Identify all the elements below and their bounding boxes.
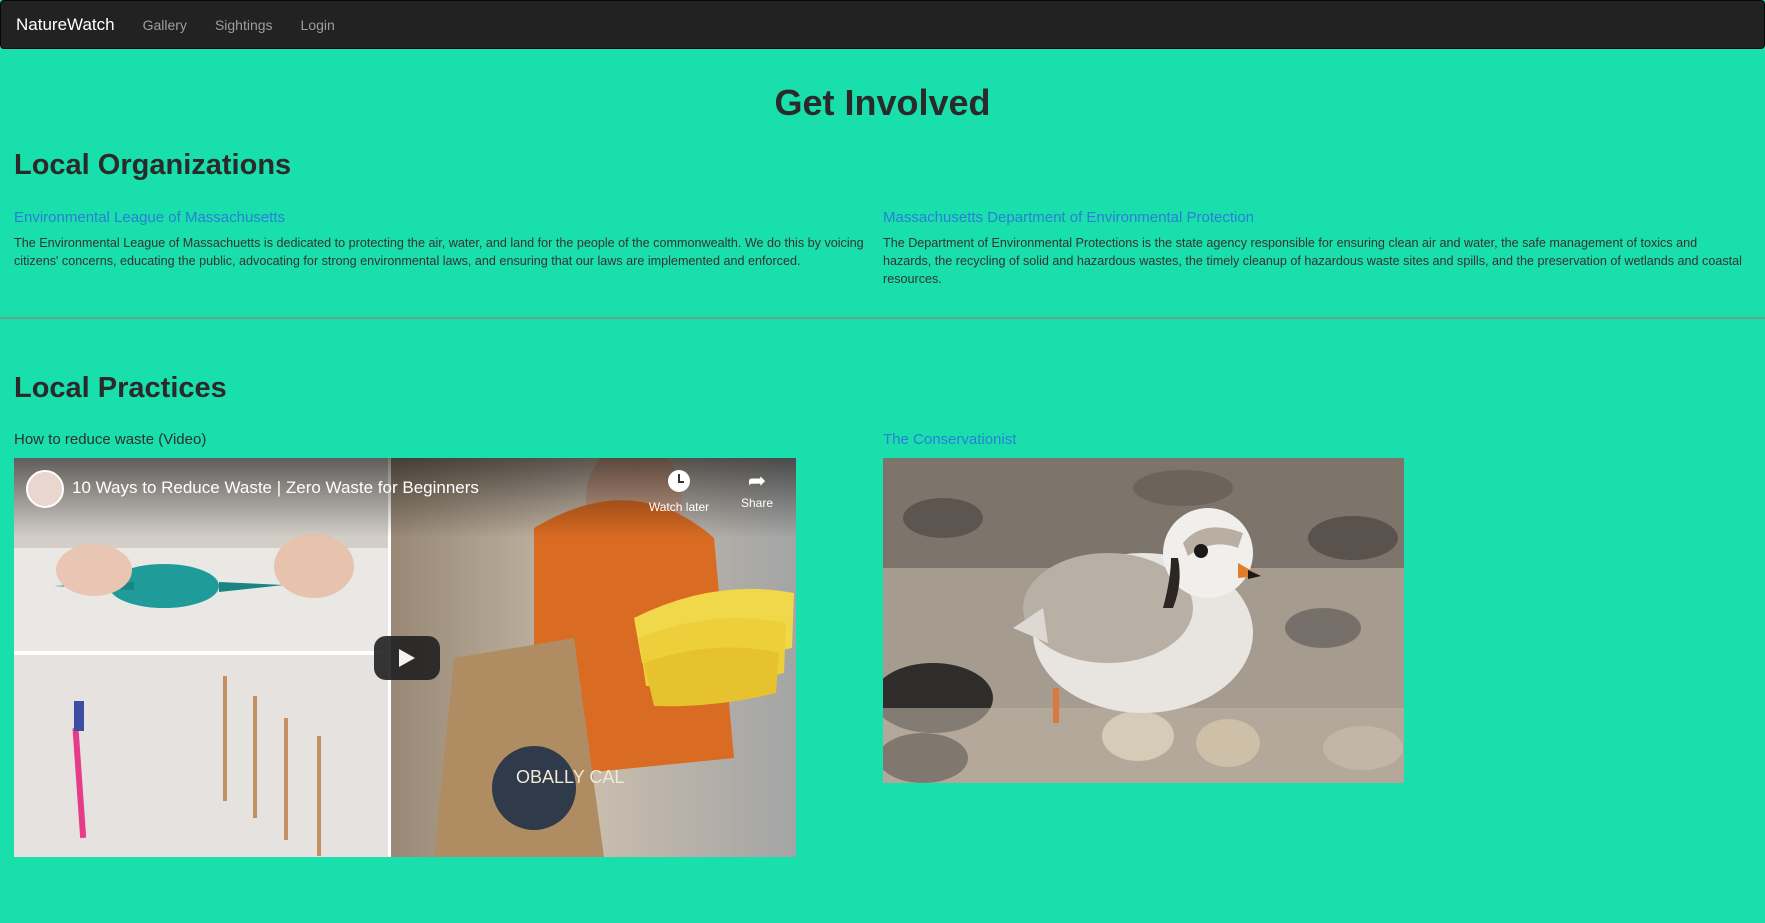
nav-link-login[interactable]: Login	[301, 17, 335, 33]
share-label: Share	[740, 496, 774, 510]
play-icon	[399, 649, 415, 667]
video-embed[interactable]: OBALLY CAL 10 Ways to Reduce Waste | Zer…	[14, 458, 796, 857]
org-link-mass-dep[interactable]: Massachusetts Department of Environmenta…	[883, 209, 1254, 226]
org-description-mass-dep: The Department of Environmental Protecti…	[883, 236, 1742, 286]
org-link-environmental-league[interactable]: Environmental League of Massachusetts	[14, 209, 285, 226]
share-button[interactable]: ➦ Share	[732, 468, 782, 511]
practices-heading: Local Practices	[14, 372, 227, 404]
video-title[interactable]: 10 Ways to Reduce Waste | Zero Waste for…	[72, 478, 479, 498]
org-description-environmental-league: The Environmental League of Massachuetts…	[14, 236, 864, 268]
play-button[interactable]	[374, 636, 440, 680]
page-title: Get Involved	[774, 82, 991, 123]
video-label: How to reduce waste (Video)	[14, 431, 207, 448]
nav-link-gallery[interactable]: Gallery	[143, 17, 187, 33]
navbar: NatureWatch Gallery Sightings Login	[0, 0, 1765, 49]
watch-later-label: Watch later	[648, 500, 710, 514]
organizations-heading: Local Organizations	[14, 149, 292, 181]
brand-link[interactable]: NatureWatch	[16, 15, 115, 35]
conservationist-link[interactable]: The Conservationist	[883, 431, 1016, 448]
nav-link-sightings[interactable]: Sightings	[215, 17, 273, 33]
conservationist-image[interactable]	[883, 458, 1404, 783]
channel-avatar[interactable]	[26, 470, 64, 508]
bag-text: OBALLY CAL	[516, 767, 624, 787]
watch-later-button[interactable]: Watch later	[644, 470, 714, 514]
section-divider	[0, 317, 1765, 319]
clock-icon	[668, 470, 690, 492]
plover-photo	[883, 458, 1404, 783]
share-icon: ➦	[747, 468, 767, 493]
